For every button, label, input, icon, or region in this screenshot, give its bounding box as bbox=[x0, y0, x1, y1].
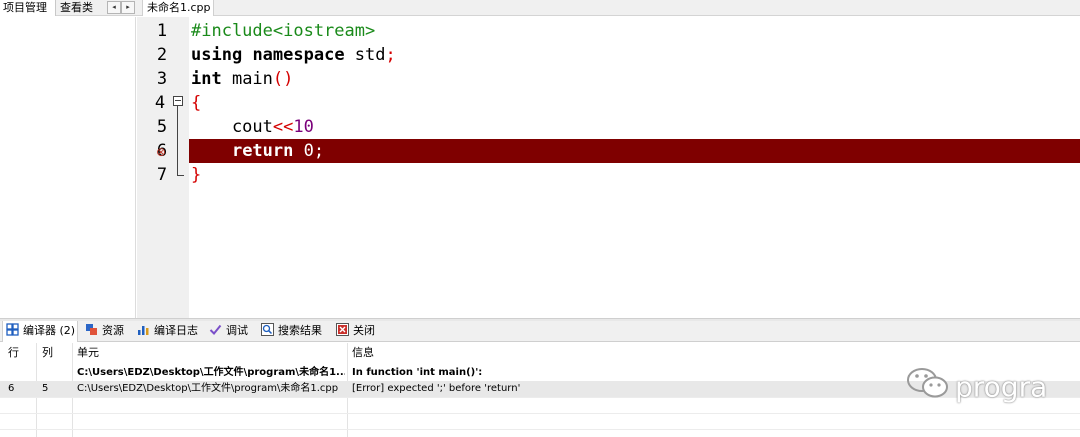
resources-icon bbox=[85, 323, 98, 336]
keyword: return bbox=[231, 141, 294, 161]
row-divider bbox=[0, 429, 1080, 430]
tab-close[interactable]: 关闭 bbox=[333, 321, 381, 342]
cell-info: In function 'int main()': bbox=[352, 367, 483, 378]
check-icon bbox=[209, 323, 222, 336]
row-divider bbox=[0, 413, 1080, 414]
code-line-1: #include<iostream> bbox=[191, 19, 375, 43]
code-line-2: using namespace std; bbox=[191, 43, 396, 67]
tab-label: 编译日志 bbox=[154, 324, 198, 337]
watermark-text: progra bbox=[955, 370, 1048, 404]
operator: () bbox=[272, 69, 294, 89]
bottom-tab-bar: 编译器 (2) 资源 编译日志 调试 搜索结果 关闭 bbox=[0, 321, 1080, 342]
tab-compile-log[interactable]: 编译日志 bbox=[134, 321, 204, 342]
watermark: progra bbox=[905, 366, 1047, 406]
tab-label: 调试 bbox=[226, 324, 248, 337]
line-number: 1 bbox=[156, 21, 168, 41]
cell-row: 6 bbox=[8, 383, 15, 394]
preprocessor-directive: #include<iostream> bbox=[191, 21, 376, 41]
line-number: 3 bbox=[156, 69, 168, 89]
brace: } bbox=[191, 165, 202, 185]
line-number: 4 bbox=[154, 93, 166, 113]
cell-info: [Error] expected ';' before 'return' bbox=[352, 383, 521, 394]
fold-toggle-icon[interactable] bbox=[173, 96, 183, 106]
line-number: 2 bbox=[156, 45, 168, 65]
cell-unit: C:\Users\EDZ\Desktop\工作文件\program\未命名1.c… bbox=[77, 383, 339, 394]
column-header-col[interactable]: 列 bbox=[42, 343, 53, 363]
tab-search-results[interactable]: 搜索结果 bbox=[258, 321, 332, 342]
brace: { bbox=[191, 93, 202, 113]
cell-unit: C:\Users\EDZ\Desktop\工作文件\program\未命名1..… bbox=[77, 367, 345, 378]
chart-icon bbox=[137, 323, 150, 336]
chat-bubbles-icon bbox=[905, 366, 951, 411]
scroll-right-button[interactable]: ▸ bbox=[121, 1, 135, 14]
scroll-left-button[interactable]: ◂ bbox=[107, 1, 121, 14]
column-header-info[interactable]: 信息 bbox=[352, 343, 374, 363]
close-icon bbox=[336, 323, 349, 336]
tab-project-manager[interactable]: 项目管理 bbox=[0, 0, 56, 16]
code-text: 0; bbox=[293, 141, 325, 161]
tab-label: 资源 bbox=[102, 324, 124, 337]
identifier: cout bbox=[191, 117, 273, 137]
code-line-3: int main() bbox=[191, 67, 293, 91]
operator: ; bbox=[385, 45, 396, 65]
tab-debug[interactable]: 调试 bbox=[206, 321, 256, 342]
grid-icon bbox=[6, 323, 19, 336]
code-line-6: return 0; bbox=[191, 139, 324, 163]
tab-label: 编译器 (2) bbox=[23, 324, 76, 337]
project-panel bbox=[0, 17, 136, 318]
cell-col: 5 bbox=[42, 383, 49, 394]
line-number: 7 bbox=[156, 165, 168, 185]
tab-class-browser[interactable]: 查看类 bbox=[57, 0, 103, 16]
fold-guide bbox=[177, 106, 178, 176]
error-marker-icon: ⊗ bbox=[156, 145, 167, 159]
tab-resources[interactable]: 资源 bbox=[82, 321, 132, 342]
column-header-unit[interactable]: 单元 bbox=[77, 343, 99, 363]
code-line-5: cout<<10 bbox=[191, 115, 314, 139]
top-tab-strip: 项目管理 查看类 ◂ ▸ 未命名1.cpp bbox=[0, 0, 1080, 16]
identifier: std bbox=[344, 45, 386, 65]
number-literal: 10 bbox=[293, 117, 314, 137]
fold-guide-end bbox=[177, 175, 184, 176]
code-line-4: { bbox=[191, 91, 201, 115]
operator: << bbox=[272, 117, 294, 137]
tab-label: 关闭 bbox=[353, 324, 375, 337]
tab-file[interactable]: 未命名1.cpp bbox=[142, 0, 214, 16]
line-number: 5 bbox=[156, 117, 168, 137]
keyword: int bbox=[191, 69, 222, 89]
identifier: main bbox=[221, 69, 273, 89]
column-header-row[interactable]: 行 bbox=[8, 343, 19, 363]
search-icon bbox=[261, 323, 274, 336]
keyword: namespace bbox=[252, 45, 345, 65]
tab-label: 搜索结果 bbox=[278, 324, 322, 337]
messages-header: 行 列 单元 信息 bbox=[0, 343, 1080, 363]
code-line-7: } bbox=[191, 163, 201, 187]
keyword: using bbox=[191, 45, 243, 65]
tab-compiler[interactable]: 编译器 (2) bbox=[2, 321, 78, 342]
